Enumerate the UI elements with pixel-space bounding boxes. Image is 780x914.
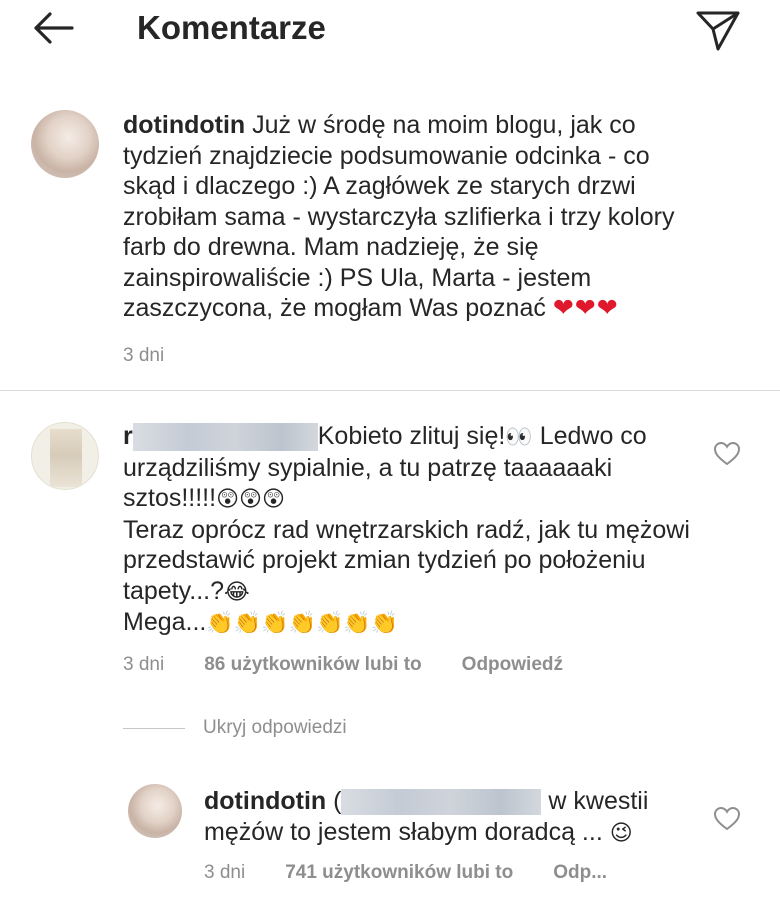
heart-outline-icon [713,806,741,831]
comment-meta: 3 dni 86 użytkowników lubi to Odpowiedź [123,653,563,677]
replies-line [123,727,185,729]
likes-count[interactable]: 741 użytkowników lubi to [285,861,513,885]
comment-body: Kobieto zlituj się! [317,422,506,450]
divider [0,390,780,391]
like-button[interactable] [713,441,741,467]
astonished-emoji-icon: 😲😲😲 [216,486,285,511]
comment-body: Już w środę na moim blogu, jak co tydzie… [123,111,675,322]
hide-replies-button[interactable]: Ukryj odpowiedzi [123,717,347,739]
reply-button[interactable]: Odpowiedź [462,653,563,677]
comment: r Kobieto zlituj się!👀 Ledwo co urządzili… [123,421,703,639]
page-title: Komentarze [137,9,326,46]
comment-username[interactable]: dotindotin [123,111,245,139]
laughing-emoji-icon: 😂 [224,578,250,604]
heart-emoji-icon: ❤❤❤ [552,294,619,322]
hide-replies-label: Ukryj odpowiedzi [203,717,347,738]
comment-meta: 3 dni 741 użytkowników lubi to Odp... [204,861,607,885]
avatar[interactable] [31,422,99,490]
clapping-emoji-icon: 👏👏👏👏👏👏👏 [206,610,399,635]
comment-username[interactable]: dotindotin [204,787,326,815]
mention-prefix: ( [333,787,342,815]
winking-emoji-icon: 😉 [609,819,633,845]
eyes-emoji-icon: 👀 [505,424,533,449]
comment-username[interactable]: r [123,422,133,450]
comment-timestamp: 3 dni [204,862,246,883]
heart-outline-icon [713,441,741,466]
comment-body: Teraz oprócz rad wnętrzarskich radź, jak… [123,515,690,605]
comment-timestamp: 3 dni [123,654,165,675]
redacted-avatar [50,429,82,487]
comment-body: Mega... [123,608,207,636]
comment-timestamp: 3 dni [123,345,165,366]
back-button[interactable] [28,8,78,48]
avatar[interactable] [31,110,99,178]
like-button[interactable] [713,806,741,832]
share-button[interactable] [694,5,744,53]
reply-comment: dotindotin ( w kwestii mężów to jestem s… [204,786,704,848]
avatar[interactable] [128,784,182,838]
redacted-username [132,423,318,452]
arrow-left-icon [34,12,74,44]
caption-comment: dotindotin Już w środę na moim blogu, ja… [123,110,703,324]
redacted-mention[interactable] [341,789,542,816]
paper-plane-icon [696,11,740,51]
reply-button[interactable]: Odp... [553,861,607,885]
likes-count[interactable]: 86 użytkowników lubi to [204,653,421,677]
header-bar: Komentarze [0,0,780,58]
